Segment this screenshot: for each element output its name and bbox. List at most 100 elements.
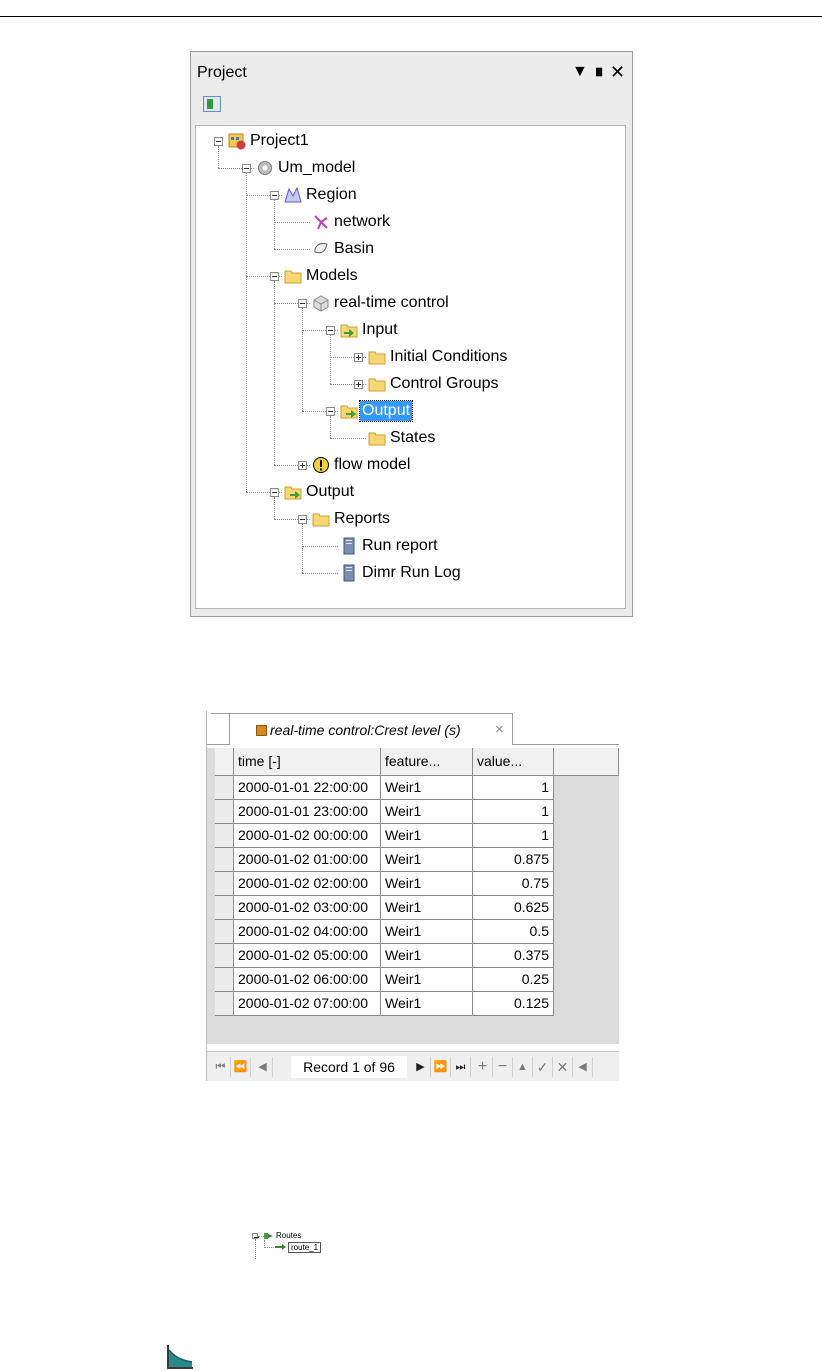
column-header-filler [554, 748, 619, 776]
cancel-x-icon[interactable]: ✕ [553, 1057, 573, 1077]
table-cell[interactable]: 0.625 [473, 896, 554, 920]
collapse-icon[interactable] [270, 272, 279, 281]
table-cell[interactable]: Weir1 [381, 776, 473, 800]
tree-item-label[interactable]: Models [306, 266, 358, 286]
column-header[interactable]: feature... [381, 748, 473, 776]
tree-item-label[interactable]: real-time control [334, 293, 449, 313]
apply-check-icon[interactable]: ✓ [533, 1057, 553, 1077]
previous-page-icon[interactable]: ⏪ [231, 1057, 251, 1077]
next-page-icon[interactable]: ⏩ [431, 1057, 451, 1077]
expand-icon[interactable] [354, 353, 363, 362]
table-cell[interactable]: 0.25 [473, 968, 554, 992]
tree-item-label[interactable]: Control Groups [390, 374, 499, 394]
table-cell[interactable]: 2000-01-02 02:00:00 [234, 872, 381, 896]
record-counter: Record 1 of 96 [291, 1056, 407, 1078]
folder-icon [284, 270, 302, 284]
collapse-icon[interactable] [270, 488, 279, 497]
folder-icon [312, 513, 330, 527]
collapse-icon[interactable] [298, 515, 307, 524]
row-selector[interactable] [215, 824, 234, 848]
close-icon[interactable]: ✕ [610, 62, 625, 82]
table-cell[interactable]: 0.75 [473, 872, 554, 896]
tree-item-label[interactable]: Output [306, 482, 354, 502]
table-cell[interactable]: Weir1 [381, 848, 473, 872]
route-1-item[interactable]: route_1 [288, 1242, 322, 1253]
row-selector[interactable] [215, 992, 234, 1016]
table-cell[interactable]: 1 [473, 776, 554, 800]
close-icon[interactable]: × [495, 721, 504, 738]
tree-item-label[interactable]: Project1 [250, 131, 309, 151]
table-cell[interactable]: Weir1 [381, 824, 473, 848]
project-icon [228, 133, 246, 150]
expand-icon[interactable] [298, 461, 307, 470]
column-header[interactable]: time [-] [234, 748, 381, 776]
table-cell[interactable]: 1 [473, 824, 554, 848]
tree-item-label[interactable]: network [334, 212, 390, 232]
table-cell[interactable]: Weir1 [381, 920, 473, 944]
table-cell[interactable]: 2000-01-01 23:00:00 [234, 800, 381, 824]
previous-record-icon[interactable]: ◀ [253, 1057, 273, 1077]
tree-item-label[interactable]: Reports [334, 509, 390, 529]
tree-connector [274, 497, 275, 519]
table-cell[interactable]: 0.375 [473, 944, 554, 968]
tree-item-label[interactable]: flow model [334, 455, 410, 475]
scroll-left-icon[interactable]: ◀ [573, 1057, 593, 1077]
table-cell[interactable]: 2000-01-02 00:00:00 [234, 824, 381, 848]
row-selector[interactable] [215, 968, 234, 992]
table-cell[interactable]: 1 [473, 800, 554, 824]
data-grid: time [-] feature... value... 2000-01-01 22:… [207, 748, 619, 1044]
row-selector[interactable] [215, 848, 234, 872]
tree-item-label[interactable]: Initial Conditions [390, 347, 507, 367]
tree-item-label[interactable]: Basin [334, 239, 374, 259]
folder-icon [368, 351, 386, 365]
collapse-icon[interactable] [298, 299, 307, 308]
tree-item-label[interactable]: Region [306, 185, 357, 205]
expand-icon[interactable] [354, 380, 363, 389]
table-cell[interactable]: 0.5 [473, 920, 554, 944]
collapse-icon[interactable] [270, 191, 279, 200]
collapse-icon[interactable] [242, 164, 251, 173]
tree-item-label[interactable]: Run report [362, 536, 438, 556]
table-cell[interactable]: 2000-01-02 01:00:00 [234, 848, 381, 872]
table-cell[interactable]: Weir1 [381, 872, 473, 896]
table-cell[interactable]: 2000-01-02 07:00:00 [234, 992, 381, 1016]
table-cell[interactable]: 2000-01-02 05:00:00 [234, 944, 381, 968]
next-record-icon[interactable]: ▶ [411, 1057, 431, 1077]
dropdown-triangle-icon[interactable]: ▼ [572, 62, 588, 82]
table-cell[interactable]: Weir1 [381, 992, 473, 1016]
table-cell[interactable]: 0.875 [473, 848, 554, 872]
project-tree: Project1 Um_model Region network Basin Models… [195, 125, 626, 609]
add-record-icon[interactable]: + [473, 1057, 493, 1077]
tree-item-label[interactable]: States [390, 428, 435, 448]
tab-crest-level[interactable]: real-time control:Crest level (s) × [229, 713, 513, 745]
edit-up-icon[interactable]: ▲ [513, 1057, 533, 1077]
pin-icon[interactable]: ∎ [594, 62, 604, 82]
collapse-icon[interactable] [326, 326, 335, 335]
table-cell[interactable]: 2000-01-02 06:00:00 [234, 968, 381, 992]
collapse-icon[interactable] [326, 407, 335, 416]
link-with-document-icon[interactable] [203, 96, 221, 112]
remove-record-icon[interactable]: − [493, 1057, 513, 1077]
row-selector[interactable] [215, 872, 234, 896]
last-page-icon[interactable]: ⏭ [451, 1057, 471, 1077]
tree-item-label[interactable]: Output [358, 400, 414, 422]
row-selector[interactable] [215, 896, 234, 920]
row-selector[interactable] [215, 920, 234, 944]
collapse-icon[interactable] [214, 137, 223, 146]
table-cell[interactable]: Weir1 [381, 800, 473, 824]
table-cell[interactable]: Weir1 [381, 944, 473, 968]
first-page-icon[interactable]: ⏮ [211, 1057, 231, 1077]
table-cell[interactable]: Weir1 [381, 896, 473, 920]
table-cell[interactable]: Weir1 [381, 968, 473, 992]
table-cell[interactable]: 2000-01-02 04:00:00 [234, 920, 381, 944]
table-cell[interactable]: 2000-01-02 03:00:00 [234, 896, 381, 920]
row-selector[interactable] [215, 800, 234, 824]
tree-item-label[interactable]: Dimr Run Log [362, 563, 461, 583]
tree-item-label[interactable]: Input [362, 320, 398, 340]
table-cell[interactable]: 2000-01-01 22:00:00 [234, 776, 381, 800]
table-cell[interactable]: 0.125 [473, 992, 554, 1016]
row-selector[interactable] [215, 944, 234, 968]
column-header[interactable]: value... [473, 748, 554, 776]
row-selector[interactable] [215, 776, 234, 800]
tree-item-label[interactable]: Um_model [278, 158, 355, 178]
